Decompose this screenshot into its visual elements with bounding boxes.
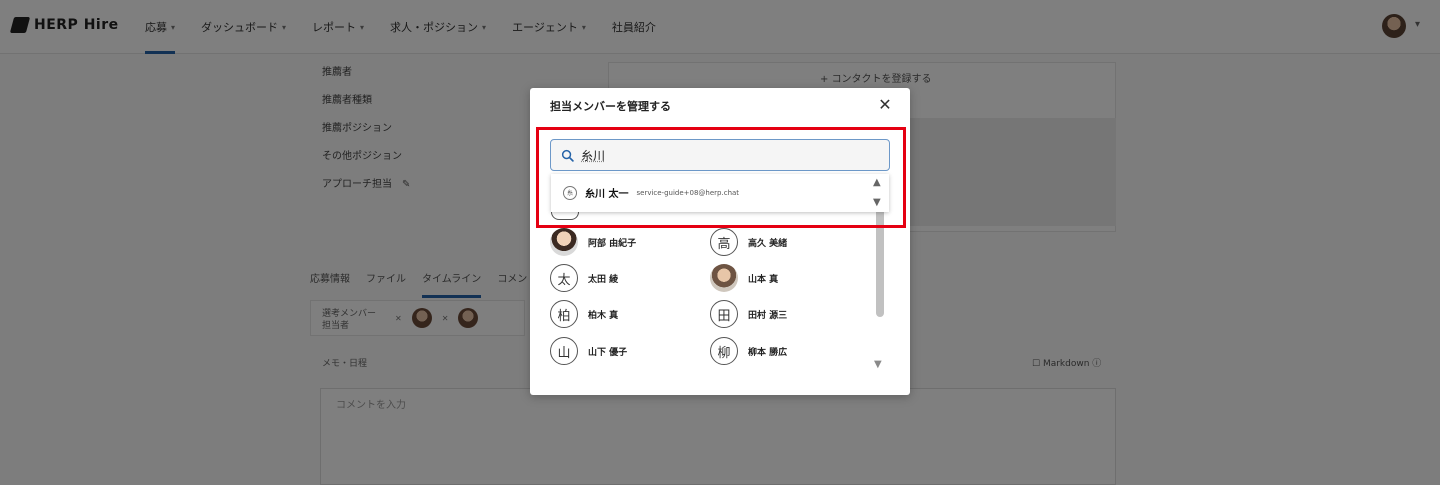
member-name: 高久 美緒 — [748, 238, 788, 249]
member-name: 太田 綾 — [588, 274, 619, 285]
member-item[interactable]: 山本 真 — [710, 264, 778, 292]
member-name: 山下 優子 — [588, 347, 628, 358]
annotation-highlight-box — [536, 127, 906, 228]
member-item[interactable]: 太 太田 綾 — [550, 264, 618, 292]
member-name: 阿部 由紀子 — [588, 238, 637, 249]
avatar — [710, 264, 738, 292]
avatar: 山 — [550, 337, 578, 365]
avatar — [550, 228, 578, 256]
member-item[interactable]: 阿部 由紀子 — [550, 228, 636, 256]
avatar: 太 — [550, 264, 578, 292]
close-icon[interactable]: ✕ — [876, 96, 894, 114]
member-name: 田村 源三 — [748, 310, 788, 321]
member-item[interactable]: 柏 柏木 真 — [550, 300, 618, 328]
avatar: 田 — [710, 300, 738, 328]
member-item[interactable]: 田 田村 源三 — [710, 300, 787, 328]
member-name: 柳本 勝広 — [748, 347, 788, 358]
modal-title: 担当メンバーを管理する — [550, 100, 671, 113]
member-item[interactable]: 柳 柳本 勝広 — [710, 337, 787, 365]
scroll-down-arrow-icon[interactable]: ▼ — [874, 359, 882, 370]
avatar: 柳 — [710, 337, 738, 365]
member-item[interactable]: 高 高久 美緒 — [710, 228, 787, 256]
member-name: 柏木 真 — [588, 310, 619, 321]
avatar: 高 — [710, 228, 738, 256]
member-name: 山本 真 — [748, 274, 779, 285]
member-item[interactable]: 山 山下 優子 — [550, 337, 627, 365]
avatar: 柏 — [550, 300, 578, 328]
